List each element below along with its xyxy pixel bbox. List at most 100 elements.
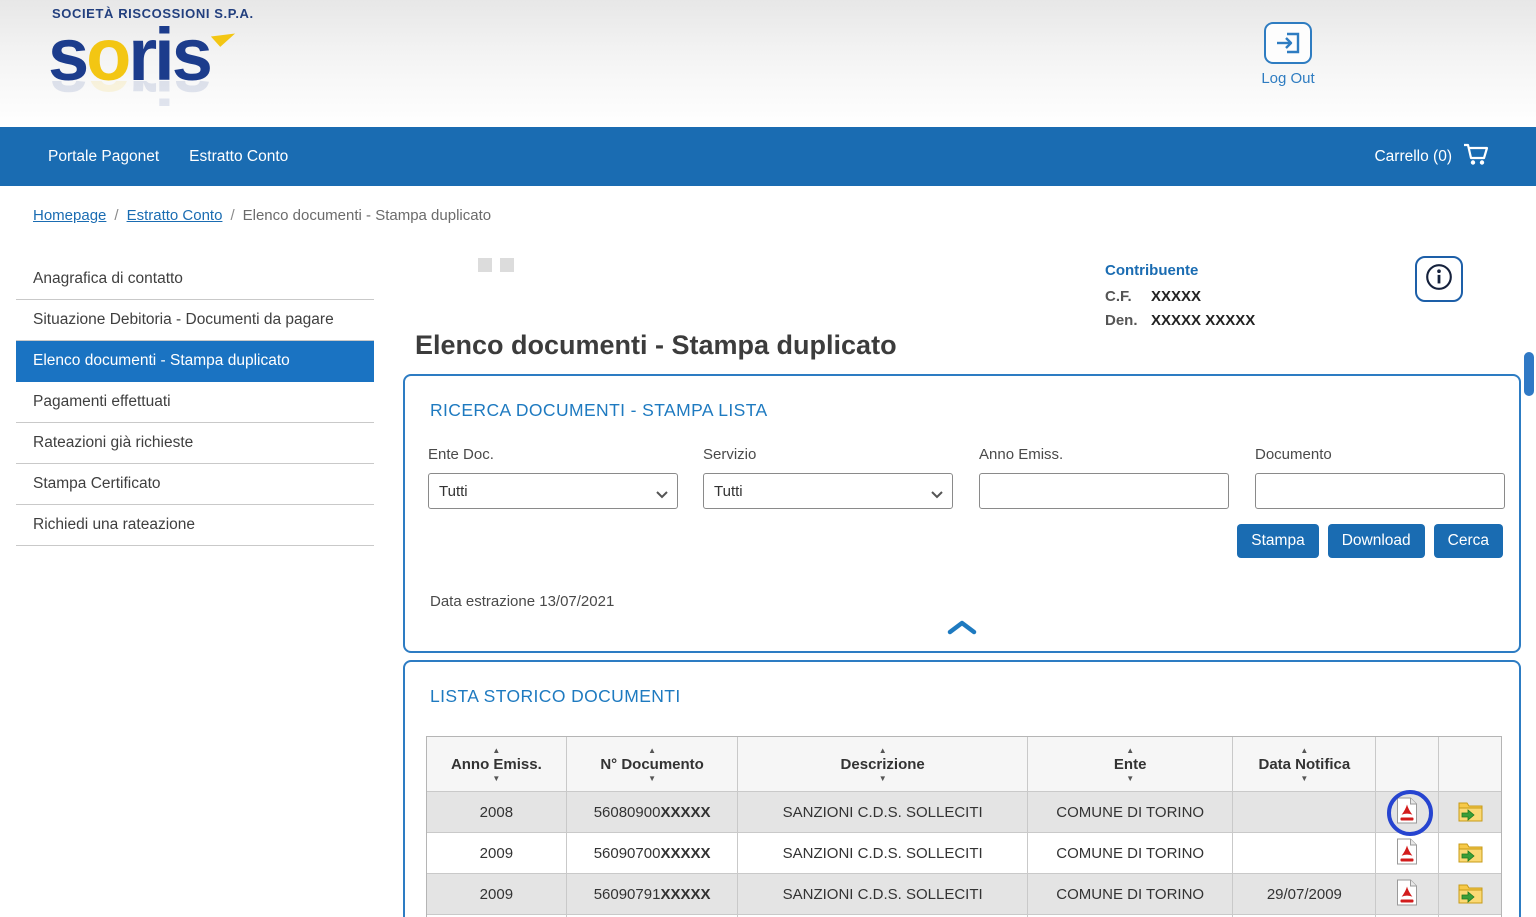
- column-header-data-notifica[interactable]: ▲ Data Notifica ▼: [1233, 737, 1376, 791]
- chevron-up-icon: [946, 622, 978, 639]
- anno-emiss-label: Anno Emiss.: [979, 446, 1229, 463]
- logout-button[interactable]: Log Out: [1256, 22, 1320, 87]
- sidebar-item-rateazioni[interactable]: Rateazioni già richieste: [16, 423, 374, 464]
- ente-doc-label: Ente Doc.: [428, 446, 678, 463]
- stampa-button[interactable]: Stampa: [1237, 524, 1318, 558]
- folder-export-icon: [1458, 841, 1483, 866]
- sort-asc-icon: ▲: [1300, 746, 1308, 755]
- breadcrumb-separator: /: [230, 207, 234, 224]
- column-header-export: [1439, 737, 1501, 791]
- sidebar-item-anagrafica[interactable]: Anagrafica di contatto: [16, 259, 374, 300]
- taxpayer-info: Contribuente C.F. XXXXX Den. XXXXX XXXXX: [1105, 262, 1255, 333]
- taxpayer-title: Contribuente: [1105, 262, 1255, 279]
- anno-emiss-input[interactable]: [979, 473, 1229, 509]
- logo-wordmark: soris: [48, 21, 254, 89]
- soris-portal-page: SOCIETÀ RISCOSSIONI S.P.A. soris soris L…: [0, 0, 1536, 917]
- sort-asc-icon: ▲: [492, 746, 500, 755]
- table-row: 2009 56090700XXXXX SANZIONI C.D.S. SOLLE…: [427, 833, 1501, 874]
- acrobat-pdf-icon: [1396, 838, 1418, 868]
- documento-input[interactable]: [1255, 473, 1505, 509]
- field-documento: Documento: [1255, 446, 1505, 509]
- search-panel: RICERCA DOCUMENTI - STAMPA LISTA Ente Do…: [403, 374, 1521, 653]
- page-title: Elenco documenti - Stampa duplicato: [415, 330, 897, 361]
- document-number: 56090700XXXXX: [567, 833, 739, 873]
- info-circle-icon: [1424, 262, 1454, 297]
- document-number: 56080900XXXXX: [567, 792, 739, 832]
- export-folder-button[interactable]: [1456, 798, 1485, 827]
- sort-desc-icon: ▼: [879, 774, 887, 783]
- pdf-download-button[interactable]: [1394, 877, 1420, 911]
- sort-desc-icon: ▼: [1126, 774, 1134, 783]
- sort-desc-icon: ▼: [492, 774, 500, 783]
- servizio-label: Servizio: [703, 446, 953, 463]
- documents-table: ▲ Anno Emiss. ▼ ▲ N° Documento ▼ ▲ Descr…: [426, 736, 1502, 917]
- breadcrumb: Homepage / Estratto Conto / Elenco docum…: [0, 186, 1536, 244]
- soris-logo[interactable]: SOCIETÀ RISCOSSIONI S.P.A. soris soris: [48, 6, 254, 111]
- column-header-descrizione[interactable]: ▲ Descrizione ▼: [738, 737, 1027, 791]
- ente-doc-select[interactable]: Tutti: [428, 473, 678, 509]
- acrobat-pdf-icon: [1396, 797, 1418, 827]
- folder-export-icon: [1458, 882, 1483, 907]
- export-folder-button[interactable]: [1456, 839, 1485, 868]
- breadcrumb-current: Elenco documenti - Stampa duplicato: [243, 207, 491, 224]
- breadcrumb-separator: /: [114, 207, 118, 224]
- table-row: 2009 56090791XXXXX SANZIONI C.D.S. SOLLE…: [427, 874, 1501, 915]
- documento-label: Documento: [1255, 446, 1505, 463]
- field-servizio: Servizio Tutti: [703, 446, 953, 509]
- column-header-pdf: [1376, 737, 1439, 791]
- shopping-cart-icon[interactable]: [1462, 142, 1490, 171]
- cerca-button[interactable]: Cerca: [1434, 524, 1503, 558]
- sidebar-item-richiedi-rateazione[interactable]: Richiedi una rateazione: [16, 505, 374, 546]
- breadcrumb-estratto-conto[interactable]: Estratto Conto: [127, 207, 223, 224]
- info-button[interactable]: [1415, 256, 1463, 302]
- sidebar-item-stampa-certificato[interactable]: Stampa Certificato: [16, 464, 374, 505]
- sort-asc-icon: ▲: [648, 746, 656, 755]
- cart-button[interactable]: Carrello (0): [1374, 142, 1536, 171]
- nav-item-estratto-conto[interactable]: Estratto Conto: [189, 148, 288, 166]
- collapse-panel-button[interactable]: [946, 620, 978, 640]
- cf-value: XXXXX: [1151, 285, 1201, 309]
- export-folder-button[interactable]: [1456, 880, 1485, 909]
- table-header-row: ▲ Anno Emiss. ▼ ▲ N° Documento ▼ ▲ Descr…: [427, 737, 1501, 792]
- folder-export-icon: [1458, 800, 1483, 825]
- pdf-download-button[interactable]: [1394, 836, 1420, 870]
- sidebar-item-elenco-documenti[interactable]: Elenco documenti - Stampa duplicato: [16, 341, 374, 382]
- logout-label[interactable]: Log Out: [1256, 70, 1320, 87]
- den-value: XXXXX XXXXX: [1151, 309, 1255, 333]
- logo-accent-wedge: [211, 23, 235, 47]
- logo-reflection: soris: [48, 81, 254, 111]
- field-ente-doc: Ente Doc. Tutti: [428, 446, 678, 509]
- results-panel: LISTA STORICO DOCUMENTI ▲ Anno Emiss. ▼ …: [403, 660, 1521, 917]
- pdf-download-button[interactable]: [1394, 795, 1420, 829]
- extraction-date: Data estrazione 13/07/2021: [430, 593, 614, 610]
- ui-artifact: [500, 258, 514, 272]
- breadcrumb-homepage[interactable]: Homepage: [33, 207, 106, 224]
- logout-icon[interactable]: [1264, 22, 1312, 64]
- cart-label[interactable]: Carrello (0): [1374, 148, 1452, 166]
- document-number: 56090791XXXXX: [567, 874, 739, 914]
- sort-desc-icon: ▼: [1300, 774, 1308, 783]
- sidebar-item-situazione-debitoria[interactable]: Situazione Debitoria - Documenti da paga…: [16, 300, 374, 341]
- column-header-ente[interactable]: ▲ Ente ▼: [1028, 737, 1234, 791]
- search-buttons: Stampa Download Cerca: [1237, 524, 1503, 558]
- sort-asc-icon: ▲: [879, 746, 887, 755]
- nav-links: Portale Pagonet Estratto Conto: [0, 148, 288, 166]
- main-navbar: Portale Pagonet Estratto Conto Carrello …: [0, 127, 1536, 186]
- sort-asc-icon: ▲: [1126, 746, 1134, 755]
- acrobat-pdf-icon: [1396, 879, 1418, 909]
- ui-artifact: [478, 258, 492, 272]
- nav-item-portale-pagonet[interactable]: Portale Pagonet: [48, 148, 159, 166]
- sidebar-item-pagamenti[interactable]: Pagamenti effettuati: [16, 382, 374, 423]
- header: SOCIETÀ RISCOSSIONI S.P.A. soris soris L…: [0, 0, 1536, 127]
- download-button[interactable]: Download: [1328, 524, 1425, 558]
- sort-desc-icon: ▼: [648, 774, 656, 783]
- column-header-anno-emiss[interactable]: ▲ Anno Emiss. ▼: [427, 737, 567, 791]
- sidebar-menu: Anagrafica di contatto Situazione Debito…: [16, 259, 374, 546]
- search-panel-title: RICERCA DOCUMENTI - STAMPA LISTA: [430, 400, 768, 421]
- scrollbar-thumb[interactable]: [1524, 352, 1534, 396]
- servizio-select[interactable]: Tutti: [703, 473, 953, 509]
- cf-label: C.F.: [1105, 285, 1139, 309]
- column-header-n-documento[interactable]: ▲ N° Documento ▼: [567, 737, 739, 791]
- den-label: Den.: [1105, 309, 1139, 333]
- results-panel-title: LISTA STORICO DOCUMENTI: [430, 686, 681, 707]
